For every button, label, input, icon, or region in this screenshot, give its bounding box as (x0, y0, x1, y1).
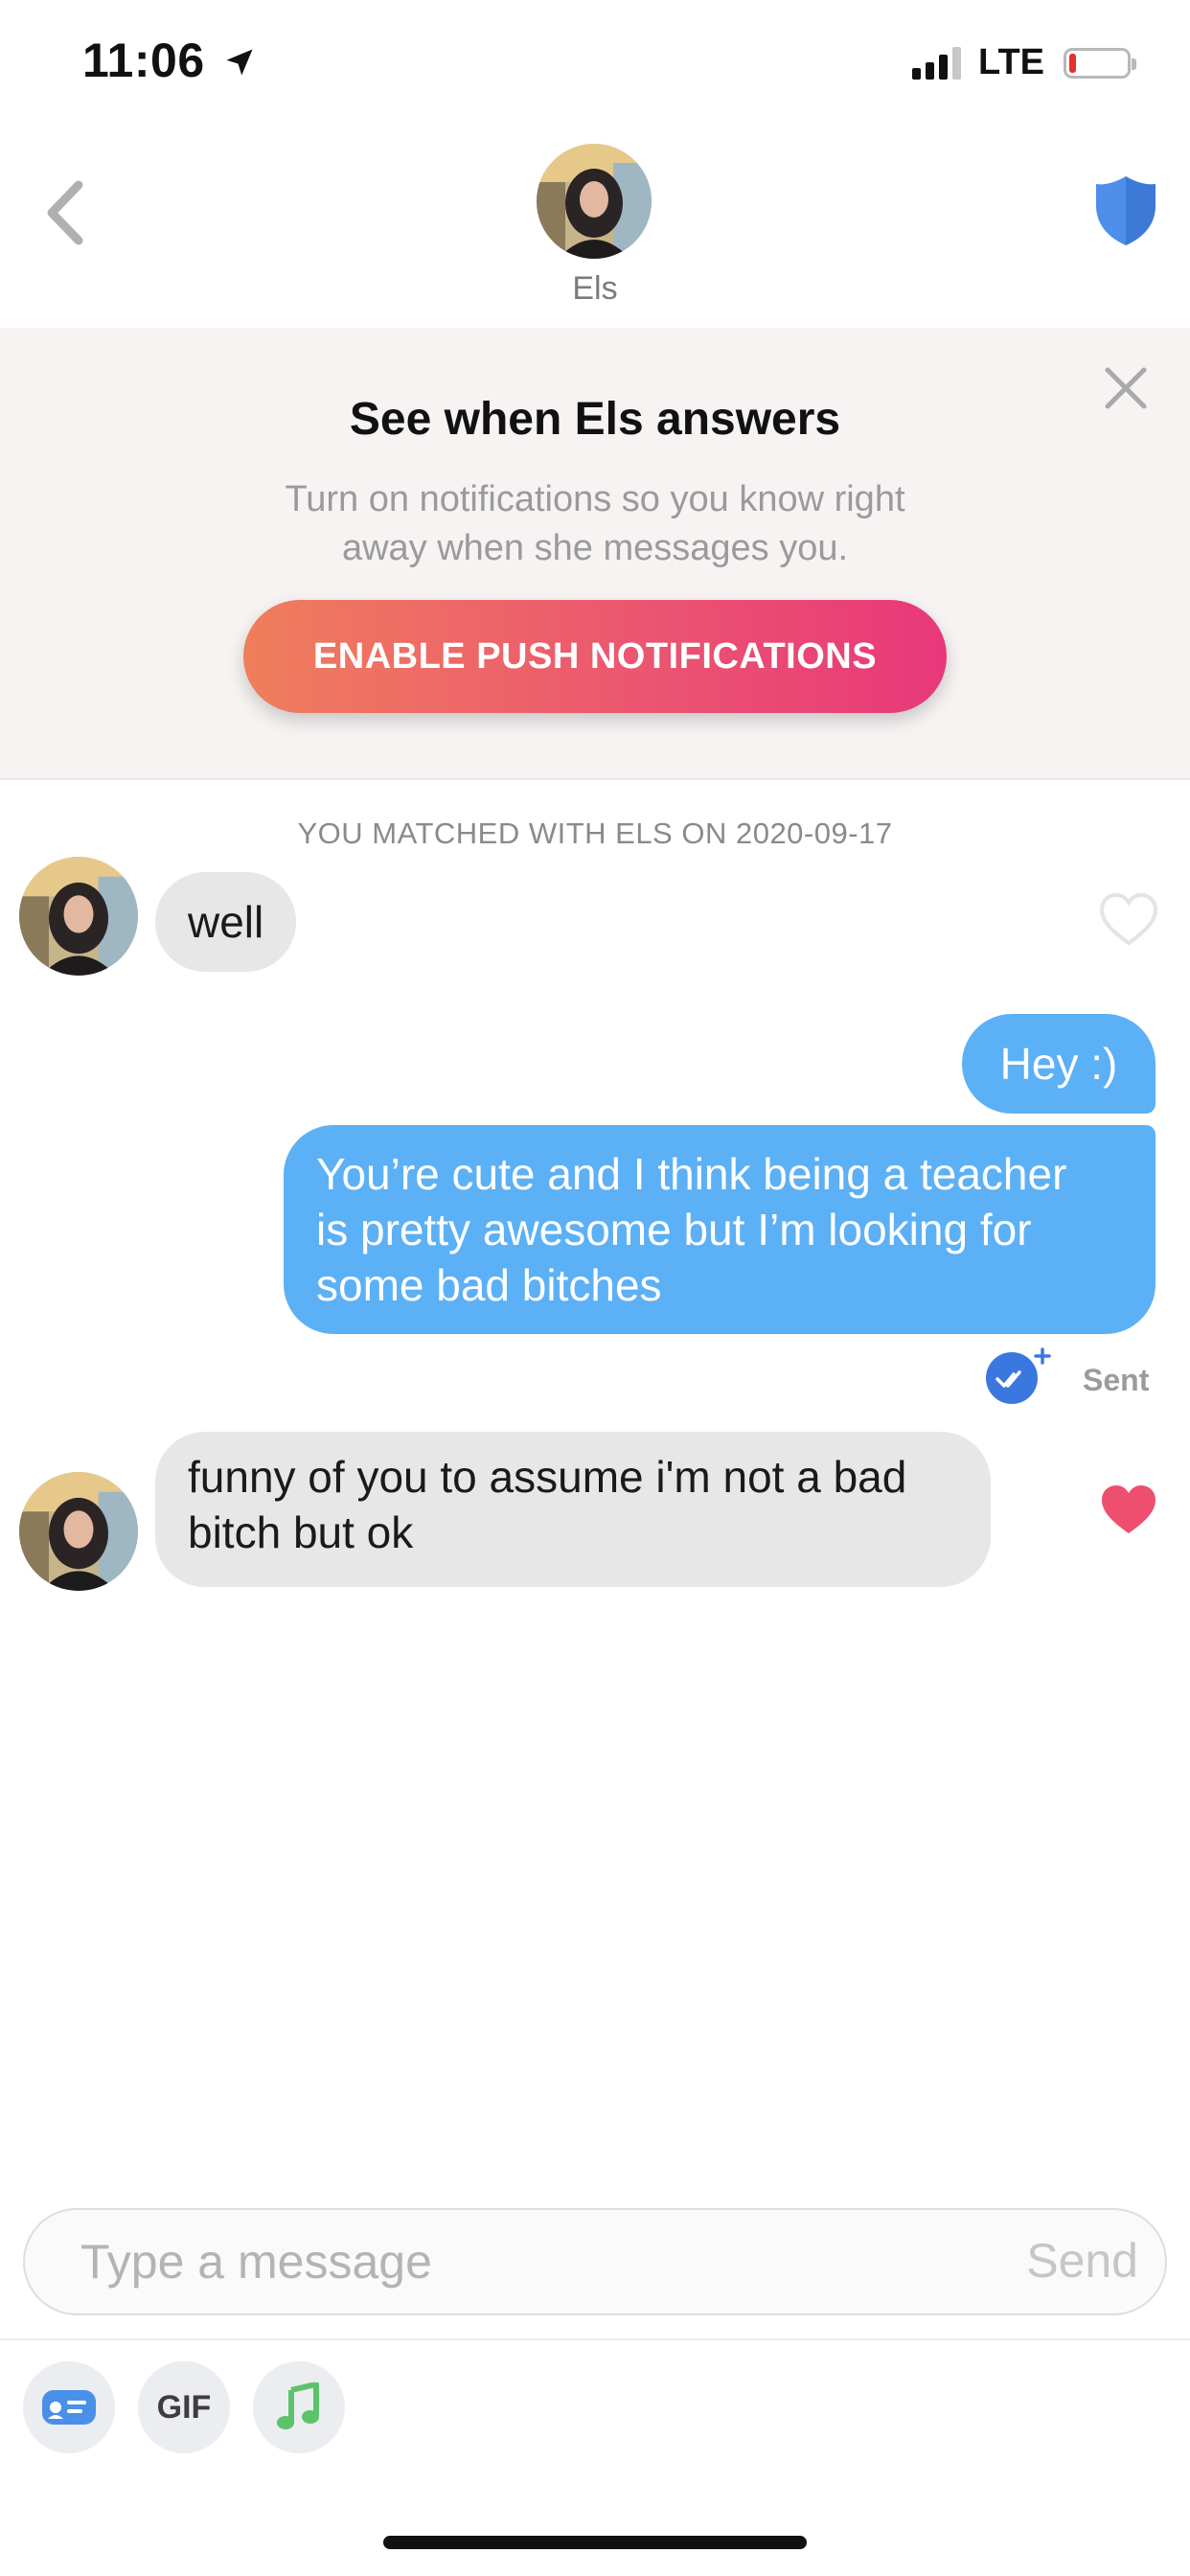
signal-icon (912, 46, 962, 80)
battery-icon (1064, 47, 1136, 79)
status-time: 11:06 (82, 33, 257, 88)
home-indicator[interactable] (383, 2536, 807, 2549)
message-bubble-outgoing[interactable]: Hey :) (962, 1014, 1156, 1114)
sender-avatar[interactable] (19, 857, 138, 976)
gif-label: GIF (156, 2388, 212, 2426)
send-button[interactable]: Send (1026, 2233, 1138, 2288)
read-receipt-icon[interactable] (985, 1347, 1051, 1404)
divider (0, 2338, 1190, 2340)
status-indicators: LTE (912, 42, 1136, 83)
gif-button[interactable]: GIF (138, 2361, 230, 2453)
profile-avatar[interactable] (537, 144, 652, 259)
profile-name[interactable]: Els (0, 270, 1190, 308)
music-note-icon (277, 2382, 319, 2429)
network-label: LTE (978, 42, 1044, 82)
like-message-button[interactable] (1098, 1482, 1159, 1539)
enable-push-notifications-button[interactable]: ENABLE PUSH NOTIFICATIONS (243, 600, 947, 713)
safety-shield-button[interactable] (1092, 172, 1159, 249)
message-bubble-outgoing[interactable]: You’re cute and I think being a teacher … (284, 1125, 1156, 1334)
music-button[interactable] (253, 2361, 345, 2453)
heart-outline-icon (1099, 892, 1158, 946)
banner-description: Turn on notifications so you know right … (285, 479, 905, 568)
contact-card-icon (42, 2390, 96, 2425)
banner-title: See when Els answers (349, 394, 841, 445)
match-date-label: YOU MATCHED WITH ELS ON 2020-09-17 (297, 816, 893, 850)
back-button[interactable] (36, 174, 94, 251)
sender-avatar[interactable] (19, 1472, 138, 1591)
shield-icon (1096, 176, 1156, 245)
message-bubble-incoming[interactable]: well (155, 872, 297, 972)
contact-card-button[interactable] (23, 2361, 115, 2453)
message-bubble-incoming[interactable]: funny of you to assume i'm not a bad bit… (155, 1432, 991, 1587)
sent-status: Sent (1083, 1363, 1150, 1397)
chevron-left-icon (47, 180, 83, 245)
location-arrow-icon (226, 49, 253, 76)
heart-filled-icon (1102, 1485, 1156, 1533)
message-input[interactable] (80, 2233, 943, 2290)
like-message-button[interactable] (1098, 891, 1159, 949)
